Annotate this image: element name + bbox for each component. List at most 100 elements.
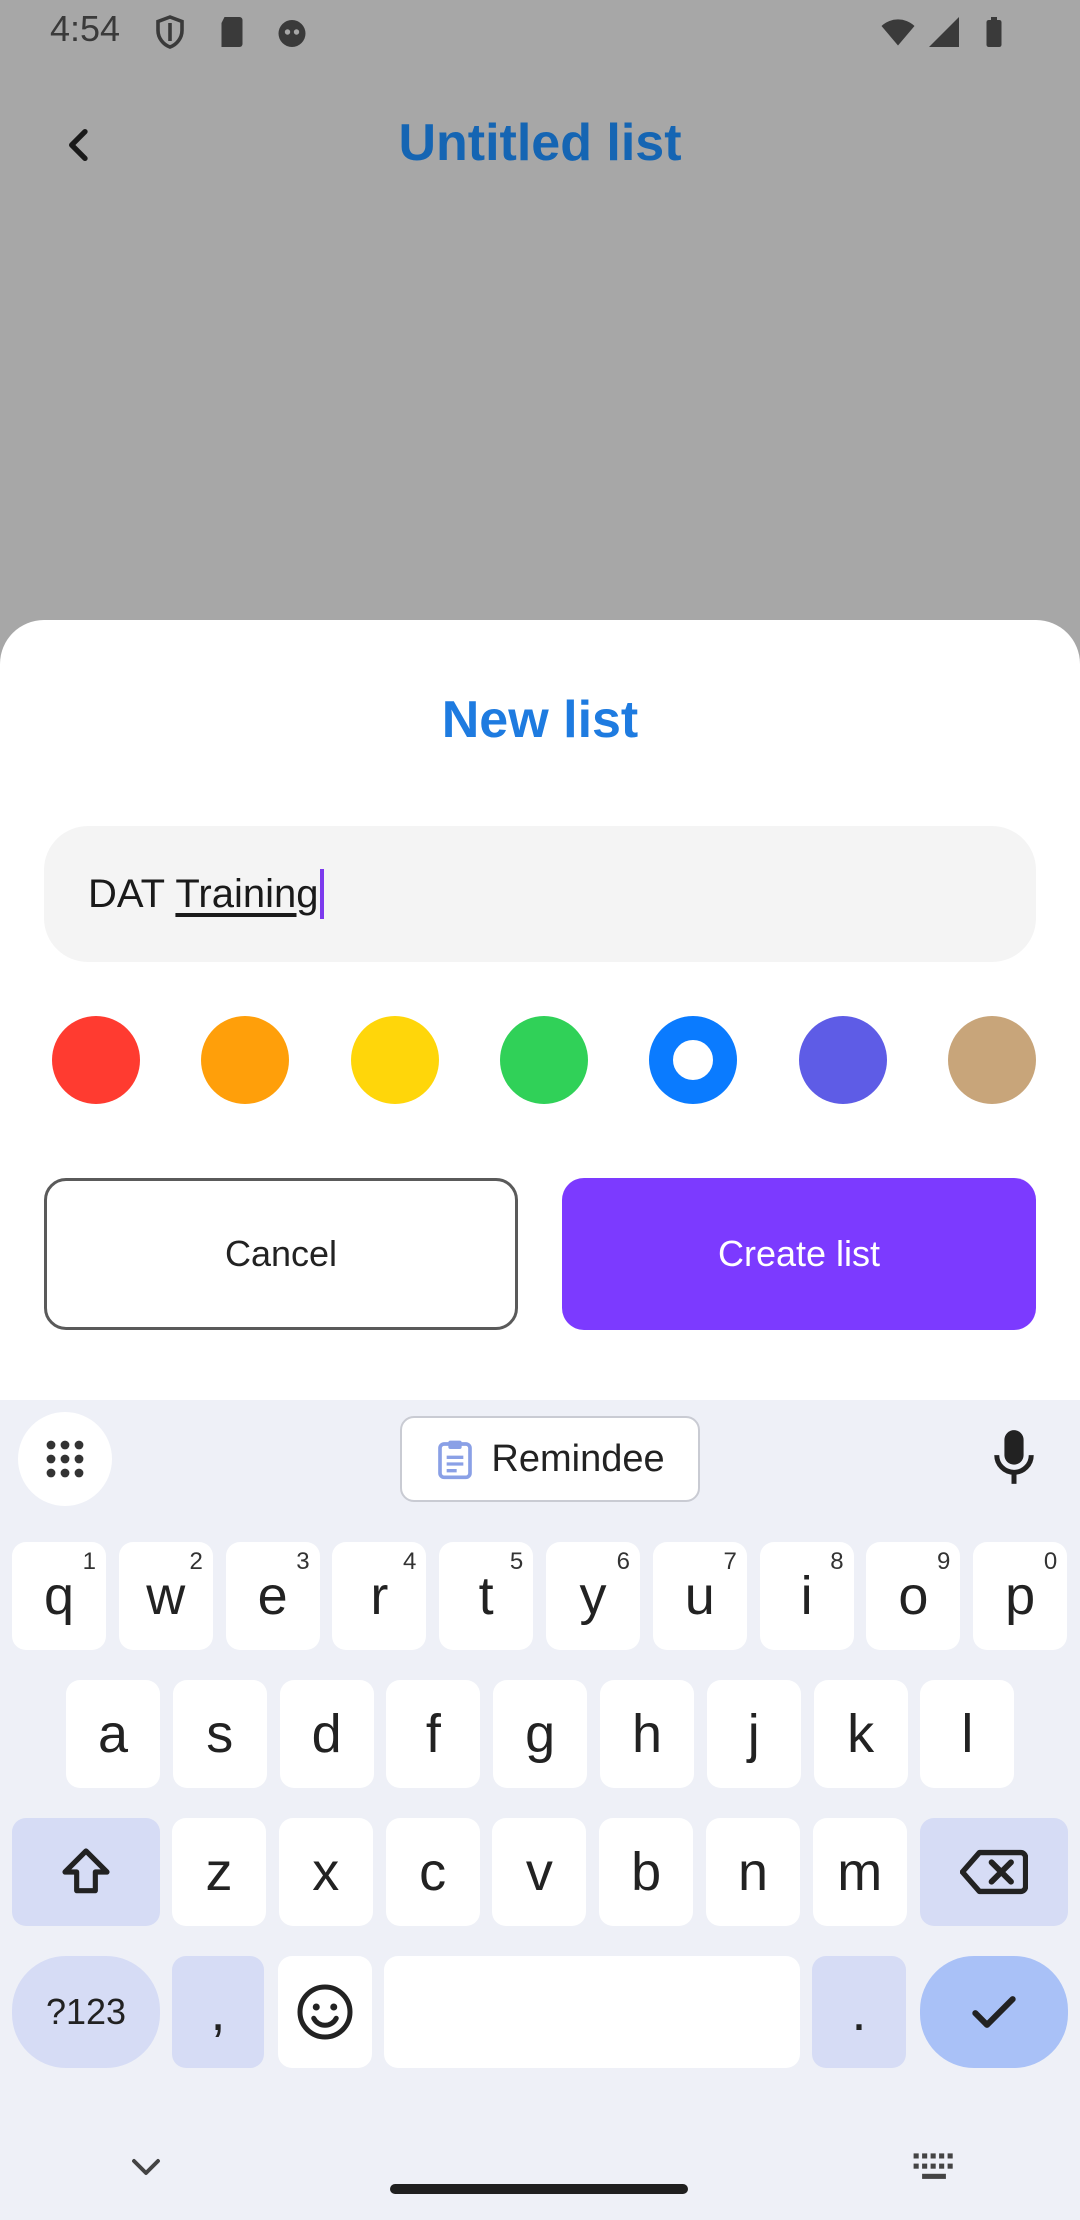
key-hint: 9 xyxy=(937,1548,951,1575)
key-q[interactable]: q1 xyxy=(12,1542,106,1650)
key-label: j xyxy=(747,1704,760,1764)
keyboard-nav-bar xyxy=(0,2132,1080,2220)
key-label: i xyxy=(800,1566,813,1626)
key-v[interactable]: v xyxy=(492,1818,587,1926)
key-hint: 0 xyxy=(1043,1548,1058,1575)
key-hint: 5 xyxy=(509,1548,524,1575)
key-t[interactable]: t5 xyxy=(439,1542,534,1650)
new-list-sheet: New list DAT Training Cancel Create list xyxy=(0,620,1080,1400)
key-f[interactable]: f xyxy=(386,1680,481,1788)
key-x[interactable]: x xyxy=(278,1818,373,1926)
list-name-input[interactable]: DAT Training xyxy=(44,826,1036,962)
key-i[interactable]: i8 xyxy=(759,1542,854,1650)
space-key[interactable] xyxy=(384,1956,800,2068)
color-swatch-green[interactable] xyxy=(499,1016,588,1104)
color-swatch-blue[interactable] xyxy=(649,1016,738,1104)
list-name-text: DAT xyxy=(88,871,176,916)
done-key[interactable] xyxy=(920,1956,1068,2068)
voice-input-button[interactable] xyxy=(984,1422,1044,1492)
face-icon xyxy=(278,20,306,47)
key-label: c xyxy=(419,1842,447,1902)
key-hint: 6 xyxy=(616,1548,630,1575)
key-label: y xyxy=(579,1566,607,1626)
key-label: l xyxy=(961,1704,974,1764)
keyboard-menu-button[interactable] xyxy=(18,1412,112,1506)
wifi-icon xyxy=(881,19,915,46)
color-swatch-red[interactable] xyxy=(52,1016,140,1104)
shield-icon xyxy=(156,15,184,49)
clipboard-suggestion-chip[interactable]: Remindee xyxy=(400,1416,700,1502)
checkmark-icon xyxy=(972,1996,1016,2028)
key-label: v xyxy=(525,1842,553,1902)
key-label: o xyxy=(898,1566,929,1626)
key-label: n xyxy=(737,1842,769,1902)
key-u[interactable]: u7 xyxy=(652,1542,747,1650)
key-label: q xyxy=(43,1566,75,1626)
key-n[interactable]: n xyxy=(706,1818,800,1926)
key-label: a xyxy=(97,1704,129,1764)
signal-icon xyxy=(929,17,959,47)
status-bar: 4:54 xyxy=(0,0,1080,64)
emoji-key[interactable] xyxy=(278,1956,372,2068)
soft-keyboard: Remindee q1w2e3r4t5y6u7i8o9p0 asdfghjkl … xyxy=(0,1400,1080,2220)
keyboard-switch-icon[interactable] xyxy=(910,2150,958,2184)
key-l[interactable]: l xyxy=(920,1680,1015,1788)
key-label: z xyxy=(205,1842,233,1902)
comma-key[interactable]: , xyxy=(172,1956,264,2068)
shift-key[interactable] xyxy=(12,1818,160,1926)
cancel-button[interactable]: Cancel xyxy=(44,1178,518,1330)
key-p[interactable]: p0 xyxy=(973,1542,1068,1650)
key-o[interactable]: o9 xyxy=(866,1542,961,1650)
color-swatch-indigo[interactable] xyxy=(798,1016,887,1104)
key-label: f xyxy=(425,1704,441,1764)
key-s[interactable]: s xyxy=(172,1680,267,1788)
key-c[interactable]: c xyxy=(385,1818,480,1926)
page-title: Untitled list xyxy=(398,114,682,172)
key-label: k xyxy=(847,1704,875,1764)
color-swatch-orange[interactable] xyxy=(201,1016,290,1104)
key-h[interactable]: h xyxy=(600,1680,694,1788)
key-hint: 2 xyxy=(189,1548,203,1575)
key-label: t xyxy=(478,1566,494,1626)
status-time: 4:54 xyxy=(50,8,121,49)
home-indicator[interactable] xyxy=(390,2184,688,2194)
create-list-button[interactable]: Create list xyxy=(562,1178,1036,1330)
grid-icon xyxy=(46,1440,84,1478)
key-b[interactable]: b xyxy=(599,1818,694,1926)
microphone-icon xyxy=(994,1430,1034,1484)
key-hint: 1 xyxy=(82,1548,96,1575)
key-label: w xyxy=(146,1566,186,1626)
key-j[interactable]: j xyxy=(706,1680,801,1788)
key-d[interactable]: d xyxy=(279,1680,374,1788)
key-label: p xyxy=(1005,1566,1036,1626)
chevron-down-icon[interactable] xyxy=(128,2152,164,2182)
key-a[interactable]: a xyxy=(66,1680,160,1788)
key-label: u xyxy=(684,1566,715,1626)
key-label: x xyxy=(312,1842,340,1902)
color-swatch-tan[interactable] xyxy=(947,1016,1036,1104)
suggestion-text: Remindee xyxy=(491,1437,665,1480)
color-swatch-yellow[interactable] xyxy=(350,1016,439,1104)
text-cursor xyxy=(320,869,325,919)
symbols-key[interactable]: ?123 xyxy=(12,1956,160,2068)
key-k[interactable]: k xyxy=(813,1680,908,1788)
list-name-composing-text: Training xyxy=(175,871,319,916)
key-z[interactable]: z xyxy=(172,1818,266,1926)
sd-card-icon xyxy=(221,17,243,47)
key-label: h xyxy=(631,1704,663,1764)
key-r[interactable]: r4 xyxy=(332,1542,427,1650)
key-label: r xyxy=(370,1566,389,1626)
clipboard-icon xyxy=(438,1440,473,1480)
key-m[interactable]: m xyxy=(812,1818,907,1926)
period-key[interactable]: . xyxy=(812,1956,906,2068)
key-hint: 7 xyxy=(723,1548,737,1575)
key-g[interactable]: g xyxy=(493,1680,588,1788)
key-w[interactable]: w2 xyxy=(118,1542,213,1650)
key-y[interactable]: y6 xyxy=(546,1542,640,1650)
backspace-key[interactable] xyxy=(920,1818,1068,1926)
key-hint: 4 xyxy=(403,1548,417,1575)
key-label: m xyxy=(837,1842,883,1902)
battery-icon xyxy=(986,17,1002,47)
key-e[interactable]: e3 xyxy=(225,1542,320,1650)
key-label: g xyxy=(525,1704,556,1764)
